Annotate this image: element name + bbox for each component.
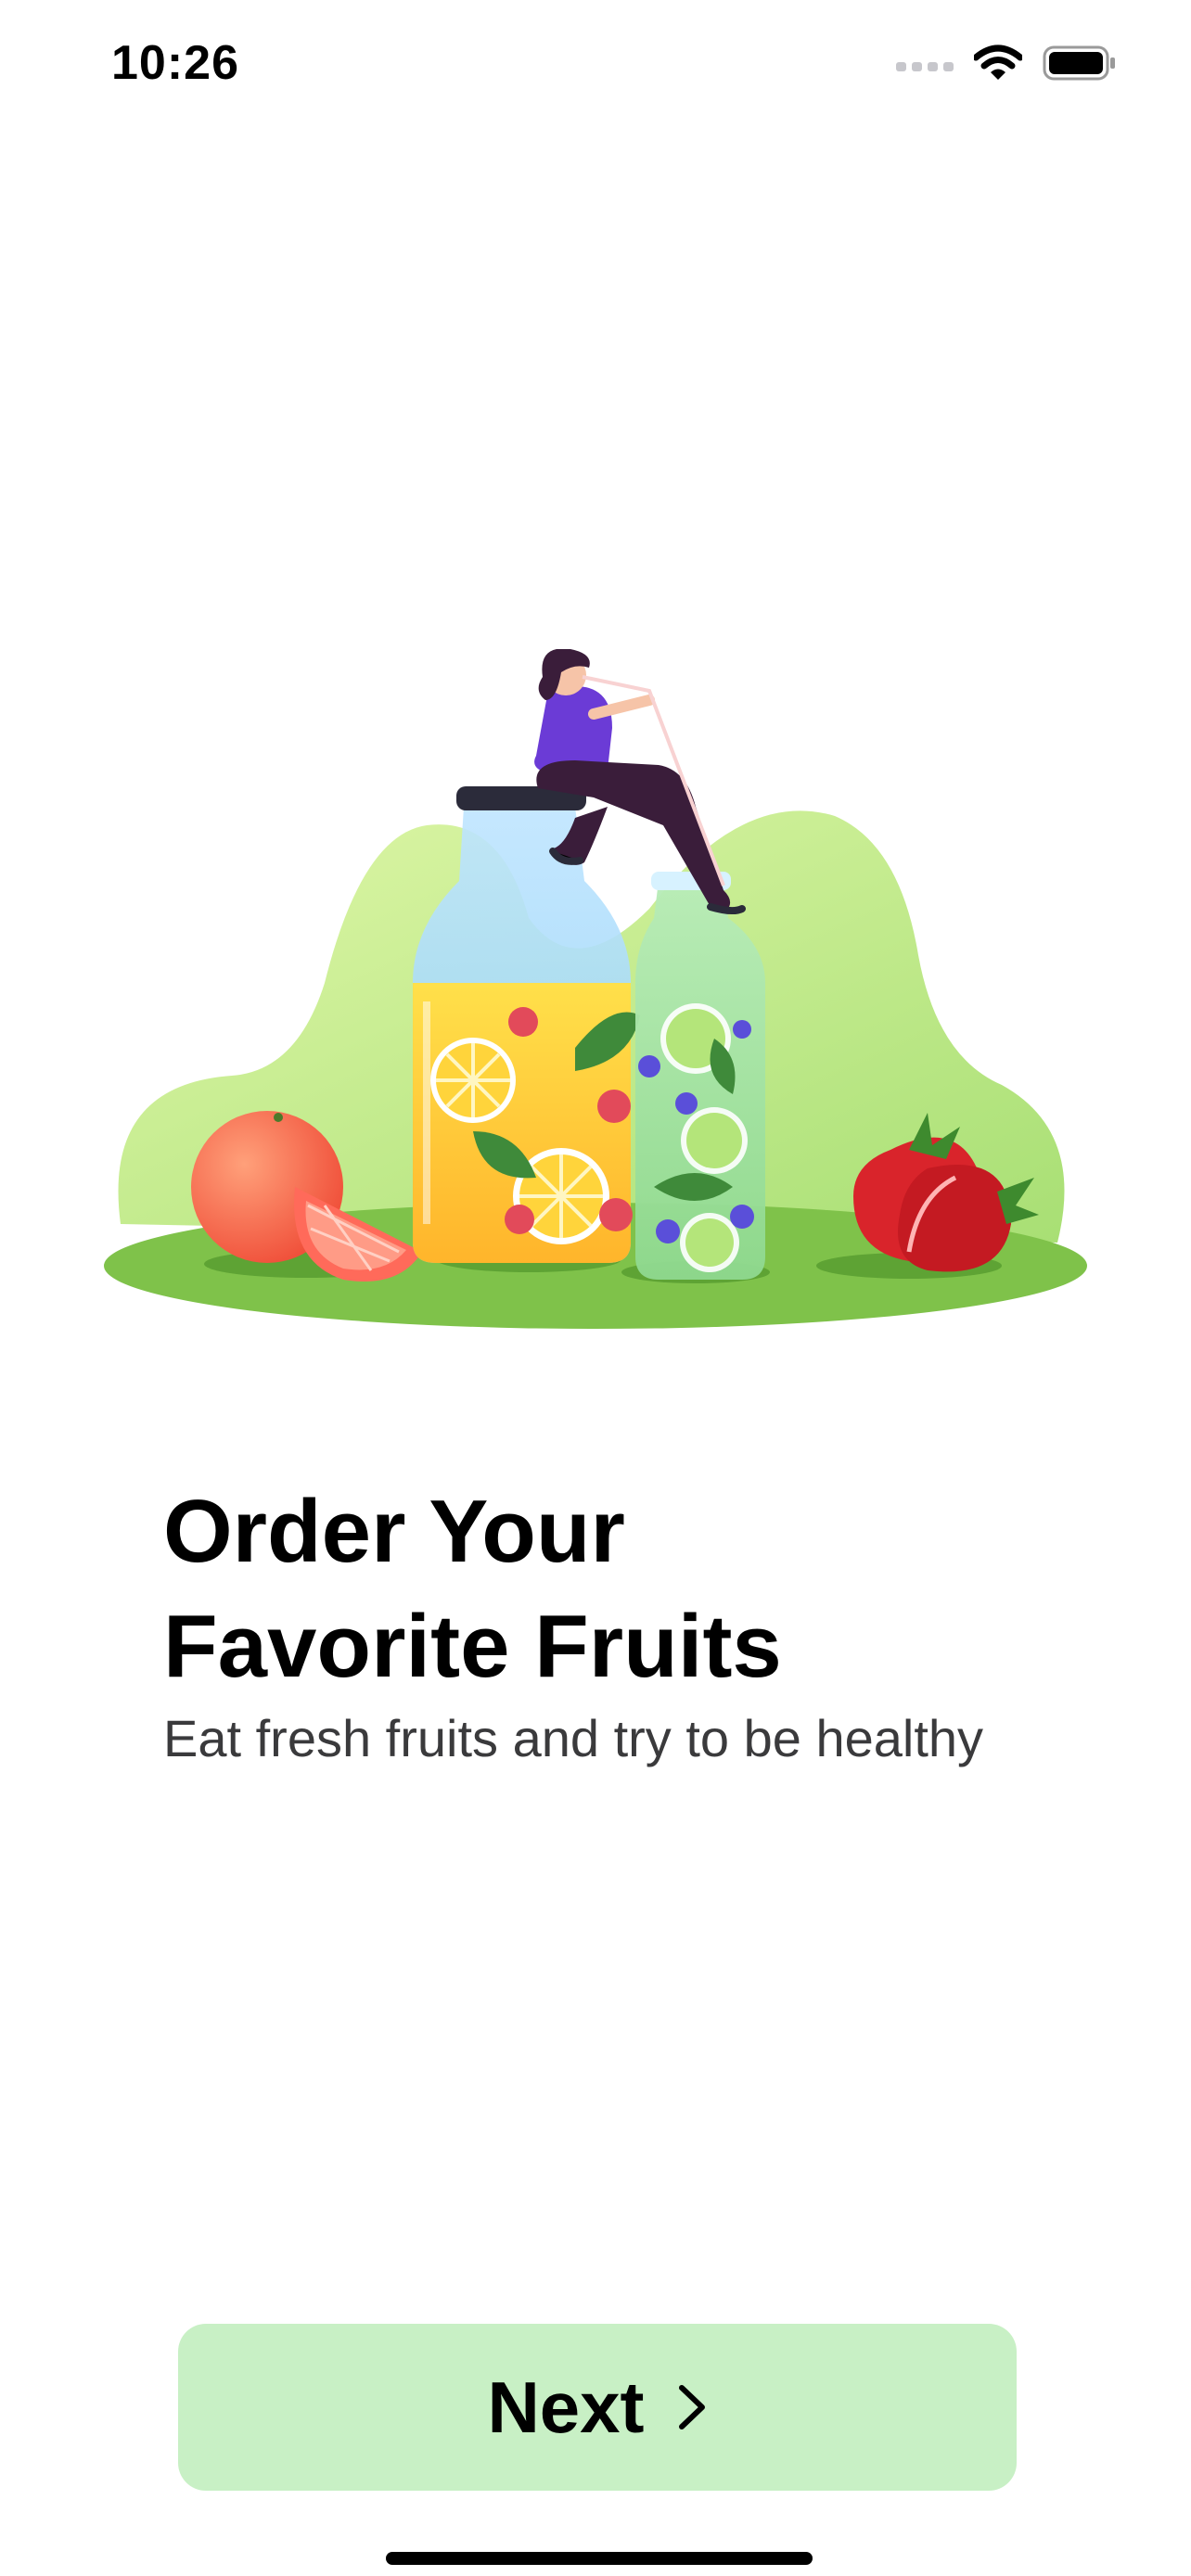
onboarding-title-line-2: Favorite Fruits bbox=[163, 1597, 782, 1696]
wifi-icon bbox=[974, 45, 1022, 80]
status-time: 10:26 bbox=[111, 36, 239, 90]
onboarding-title-line-1: Order Your bbox=[163, 1482, 625, 1581]
status-bar: 10:26 bbox=[0, 0, 1191, 139]
next-button[interactable]: Next bbox=[178, 2324, 1017, 2491]
battery-icon bbox=[1043, 45, 1115, 81]
cellular-signal-icon bbox=[896, 62, 954, 71]
chevron-right-icon bbox=[678, 2385, 705, 2429]
status-icons bbox=[896, 45, 1117, 82]
home-indicator bbox=[386, 2552, 813, 2565]
onboarding-subtitle: Eat fresh fruits and try to be healthy bbox=[163, 1709, 984, 1767]
woman-drinking-fruit-juice-illustration bbox=[104, 649, 1087, 1329]
next-button-label: Next bbox=[487, 2366, 645, 2448]
onboarding-title: Order Your Favorite Fruits bbox=[163, 1474, 1091, 1704]
